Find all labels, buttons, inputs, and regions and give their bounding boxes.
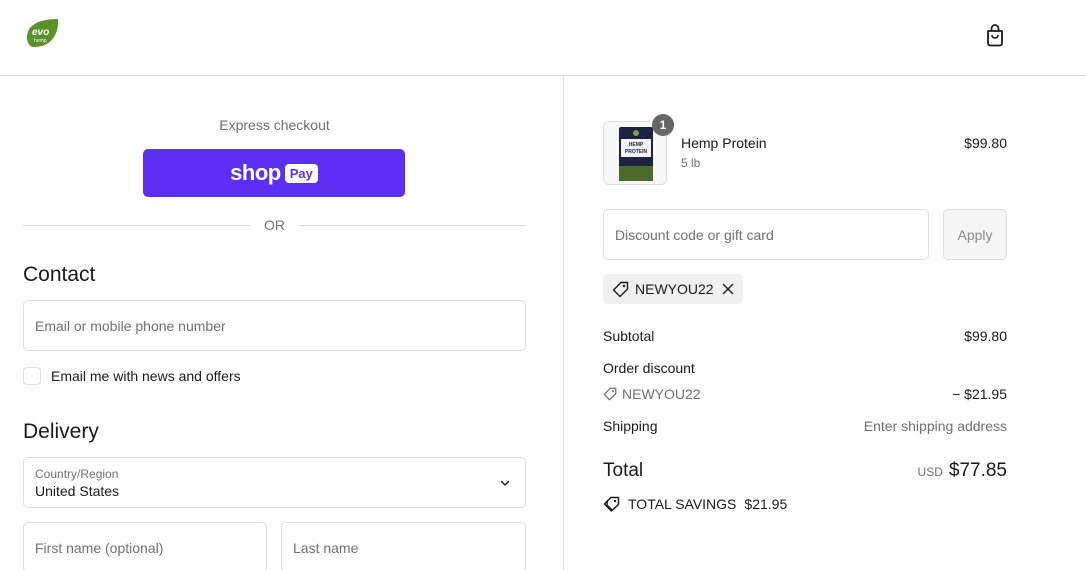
shipping-row: Shipping Enter shipping address xyxy=(603,418,1007,436)
total-value: $77.85 xyxy=(948,460,1007,481)
discount-code-line: NEWYOU22 xyxy=(603,386,701,402)
subtotal-row: Subtotal $99.80 xyxy=(603,328,1007,346)
brand-logo[interactable]: evo hemp xyxy=(24,17,60,49)
total-savings-value: $21.95 xyxy=(744,496,788,512)
first-name-field-wrapper xyxy=(23,522,267,570)
shop-pay-button[interactable]: shop Pay xyxy=(143,149,405,197)
last-name-input[interactable] xyxy=(282,523,525,570)
remove-discount-button[interactable] xyxy=(722,283,734,295)
total-savings-label: TOTAL SAVINGS xyxy=(628,496,737,512)
product-variant: 5 lb xyxy=(681,156,701,170)
currency-code: USD xyxy=(917,465,943,479)
shipping-label: Shipping xyxy=(603,418,658,434)
apply-discount-button[interactable]: Apply xyxy=(943,209,1007,260)
tags-icon xyxy=(603,496,620,512)
svg-text:PROTEIN: PROTEIN xyxy=(625,149,648,155)
discount-code-text: NEWYOU22 xyxy=(622,386,701,402)
last-name-field-wrapper xyxy=(281,522,526,570)
first-name-input[interactable] xyxy=(24,523,266,570)
product-price: $99.80 xyxy=(964,135,1007,151)
newsletter-label: Email me with news and offers xyxy=(51,368,241,384)
header: evo hemp xyxy=(0,0,1086,76)
shop-pay-badge: Pay xyxy=(284,163,318,183)
discount-value: − $21.95 xyxy=(952,386,1007,402)
applied-discount-code: NEWYOU22 xyxy=(635,281,714,297)
subtotal-label: Subtotal xyxy=(603,328,655,344)
svg-text:evo: evo xyxy=(32,27,49,38)
svg-text:hemp: hemp xyxy=(34,38,47,44)
total-savings-row: TOTAL SAVINGS $21.95 xyxy=(603,494,1007,514)
close-icon xyxy=(722,283,733,295)
tag-icon xyxy=(603,387,617,401)
svg-text:HEMP: HEMP xyxy=(629,142,644,148)
total-row: Total USD $77.85 xyxy=(603,460,1007,486)
country-value: United States xyxy=(35,483,120,499)
total-label: Total xyxy=(603,460,644,481)
order-discount-label: Order discount xyxy=(603,360,695,376)
quantity-badge: 1 xyxy=(652,114,674,136)
or-divider: OR xyxy=(23,216,526,234)
shipping-value: Enter shipping address xyxy=(863,418,1007,434)
product-name: Hemp Protein xyxy=(681,135,767,151)
discount-code-input[interactable] xyxy=(604,210,928,259)
applied-discount-chip: NEWYOU22 xyxy=(603,274,743,304)
delivery-heading: Delivery xyxy=(23,420,99,443)
or-text: OR xyxy=(264,217,285,233)
chevron-down-icon xyxy=(500,480,510,486)
subtotal-value: $99.80 xyxy=(964,328,1007,344)
checkout-form-column: Express checkout shop Pay OR Contact Ema… xyxy=(0,77,564,570)
contact-heading: Contact xyxy=(23,263,96,286)
email-input[interactable] xyxy=(24,301,525,350)
order-discount-row: Order discount xyxy=(603,360,1007,378)
email-field-wrapper xyxy=(23,300,526,351)
order-summary-column: HEMP PROTEIN 1 Hemp Protein 5 lb $99.80 … xyxy=(565,77,1086,570)
shop-pay-wordmark: shop xyxy=(230,160,281,185)
total-amount-group: USD $77.85 xyxy=(918,460,1007,482)
newsletter-checkbox[interactable] xyxy=(23,367,41,385)
express-checkout-title: Express checkout xyxy=(219,117,330,133)
newsletter-row: Email me with news and offers xyxy=(23,366,241,386)
cart-button[interactable] xyxy=(982,22,1008,48)
logo-leaf-icon: evo hemp xyxy=(26,19,59,47)
shopping-bag-icon xyxy=(987,24,1003,47)
discount-field-wrapper xyxy=(603,209,929,260)
country-label: Country/Region xyxy=(35,467,119,481)
discount-code-row: NEWYOU22 − $21.95 xyxy=(603,386,1007,404)
country-select[interactable]: Country/Region United States xyxy=(23,457,526,508)
tag-icon xyxy=(612,281,629,297)
